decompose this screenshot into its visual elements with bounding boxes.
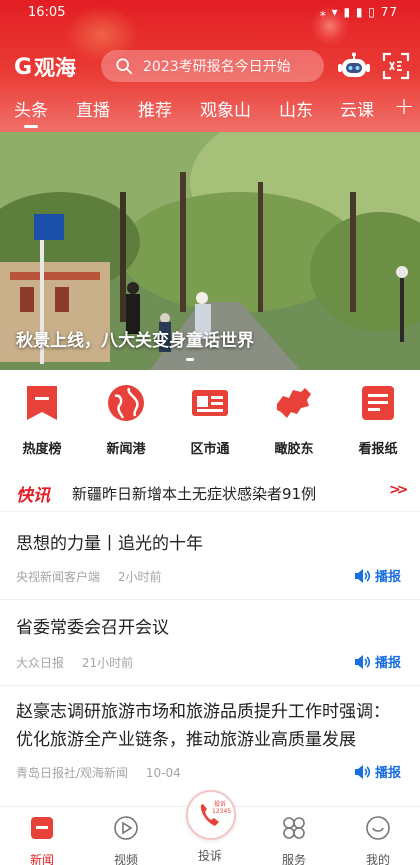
complaint-badge-line1: 投诉	[214, 800, 226, 808]
nav-label: 新闻	[29, 853, 54, 865]
flash-headline[interactable]: 新疆昨日新增本土无症状感染者91例	[72, 483, 316, 504]
news-time: 2小时前	[117, 570, 162, 584]
tab-live[interactable]: 直播	[76, 96, 110, 121]
news-meta: 央视新闻客户端 2小时前	[16, 568, 175, 585]
play-icon	[114, 816, 138, 840]
news-item[interactable]: 省委常委会召开会议 大众日报 21小时前 播报	[0, 600, 420, 686]
news-title[interactable]: 赵豪志调研旅游市场和旅游品质提升工作时强调：优化旅游全产业链条，推动旅游业高质量…	[16, 698, 396, 754]
nav-services[interactable]: 服务	[264, 815, 324, 865]
broadcast-label: 播报	[375, 570, 402, 585]
quick-item-label: 瞰胶东	[274, 442, 314, 457]
flash-news-bar[interactable]: 快讯 新疆昨日新增本土无症状感染者91例 >>	[0, 472, 420, 512]
news-title[interactable]: 思想的力量丨追光的十年	[16, 530, 396, 558]
status-time: 16:05	[28, 5, 66, 20]
quick-item-newspaper[interactable]: 看报纸	[348, 384, 408, 457]
nav-profile[interactable]: 我的	[348, 815, 408, 865]
news-meta: 青岛日报社/观海新闻 10-04	[16, 764, 195, 781]
news-icon	[31, 817, 53, 839]
globe-icon	[108, 385, 144, 421]
news-item[interactable]: 赵豪志调研旅游市场和旅游品质提升工作时强调：优化旅游全产业链条，推动旅游业高质量…	[0, 686, 420, 800]
hero-banner[interactable]: 秋景上线，八大关变身童话世界	[0, 132, 420, 370]
app-header: 16:05 ⁎ ▾ ▮ ▮ ▯ 77 G 观海 2023考研报名今日开始 头条 …	[0, 0, 420, 132]
app-logo: G 观海	[14, 52, 76, 82]
nav-video[interactable]: 视频	[96, 815, 156, 865]
status-indicators: ⁎ ▾ ▮ ▮ ▯ 77	[319, 5, 398, 19]
add-channel-button[interactable]: +	[394, 92, 414, 120]
newspaper-icon	[192, 390, 228, 416]
complaint-hotline-button[interactable]: 投诉 12345	[186, 790, 236, 840]
speaker-icon	[355, 764, 370, 779]
quick-item-district[interactable]: 区市通	[180, 384, 240, 457]
news-meta: 大众日报 21小时前	[16, 654, 147, 671]
broadcast-button[interactable]: 播报	[354, 762, 401, 781]
channel-tabs: 头条 直播 推荐 观象山 山东 云课 +	[0, 92, 420, 128]
quick-item-label: 看报纸	[358, 442, 398, 457]
nav-label: 视频	[113, 853, 138, 865]
tab-cloud-class[interactable]: 云课	[340, 96, 374, 121]
active-tab-indicator	[24, 125, 38, 128]
quick-menu: 热度榜 新闻港 区市通 瞰胶东 看报纸	[0, 384, 420, 460]
quick-item-hot-list[interactable]: 热度榜	[12, 384, 72, 457]
quick-item-jiaodong[interactable]: 瞰胶东	[264, 384, 324, 457]
document-icon	[362, 386, 394, 420]
news-source: 央视新闻客户端	[16, 570, 101, 584]
news-source: 大众日报	[16, 656, 65, 670]
nav-label: 服务	[281, 853, 306, 865]
nav-news[interactable]: 新闻	[12, 815, 72, 865]
quick-item-label: 区市通	[190, 442, 230, 457]
quick-item-news-port[interactable]: 新闻港	[96, 384, 156, 457]
news-title[interactable]: 省委常委会召开会议	[16, 614, 396, 642]
broadcast-label: 播报	[375, 656, 402, 671]
robot-assistant-icon[interactable]	[338, 52, 370, 80]
logo-text: 观海	[34, 56, 77, 80]
speaker-icon	[355, 568, 370, 583]
tab-recommend[interactable]: 推荐	[138, 96, 172, 121]
status-bar: 16:05 ⁎ ▾ ▮ ▮ ▯ 77	[0, 0, 420, 26]
bookmark-icon	[27, 386, 57, 420]
broadcast-label: 播报	[375, 766, 402, 781]
news-time: 21小时前	[81, 656, 134, 670]
quick-item-label: 新闻港	[106, 442, 146, 457]
broadcast-button[interactable]: 播报	[354, 652, 401, 671]
search-bar[interactable]: 2023考研报名今日开始	[101, 50, 324, 82]
search-placeholder: 2023考研报名今日开始	[143, 59, 291, 75]
profile-icon	[366, 816, 390, 840]
nav-label: 我的	[365, 853, 390, 865]
quick-item-label: 热度榜	[22, 442, 62, 457]
phone-icon: 投诉 12345	[200, 800, 231, 826]
nav-label: 投诉	[197, 849, 222, 863]
map-icon	[277, 388, 311, 418]
carousel-indicator	[186, 358, 194, 361]
search-icon	[116, 58, 133, 75]
logo-mark: G	[14, 54, 33, 80]
news-item[interactable]: 思想的力量丨追光的十年 央视新闻客户端 2小时前 播报	[0, 514, 420, 600]
flash-tag: 快讯	[16, 486, 50, 506]
complaint-badge-line2: 12345	[212, 808, 231, 815]
grid-icon	[283, 817, 305, 839]
tab-guanxiangshan[interactable]: 观象山	[200, 96, 251, 121]
broadcast-button[interactable]: 播报	[354, 566, 401, 585]
scan-icon[interactable]	[382, 52, 410, 80]
news-time: 10-04	[145, 766, 181, 780]
tab-shandong[interactable]: 山东	[279, 96, 313, 121]
speaker-icon	[355, 654, 370, 669]
flash-more-icon[interactable]: >>	[389, 482, 409, 498]
hero-caption: 秋景上线，八大关变身童话世界	[16, 331, 254, 351]
tab-headlines[interactable]: 头条	[14, 96, 48, 121]
news-source: 青岛日报社/观海新闻	[16, 766, 129, 780]
